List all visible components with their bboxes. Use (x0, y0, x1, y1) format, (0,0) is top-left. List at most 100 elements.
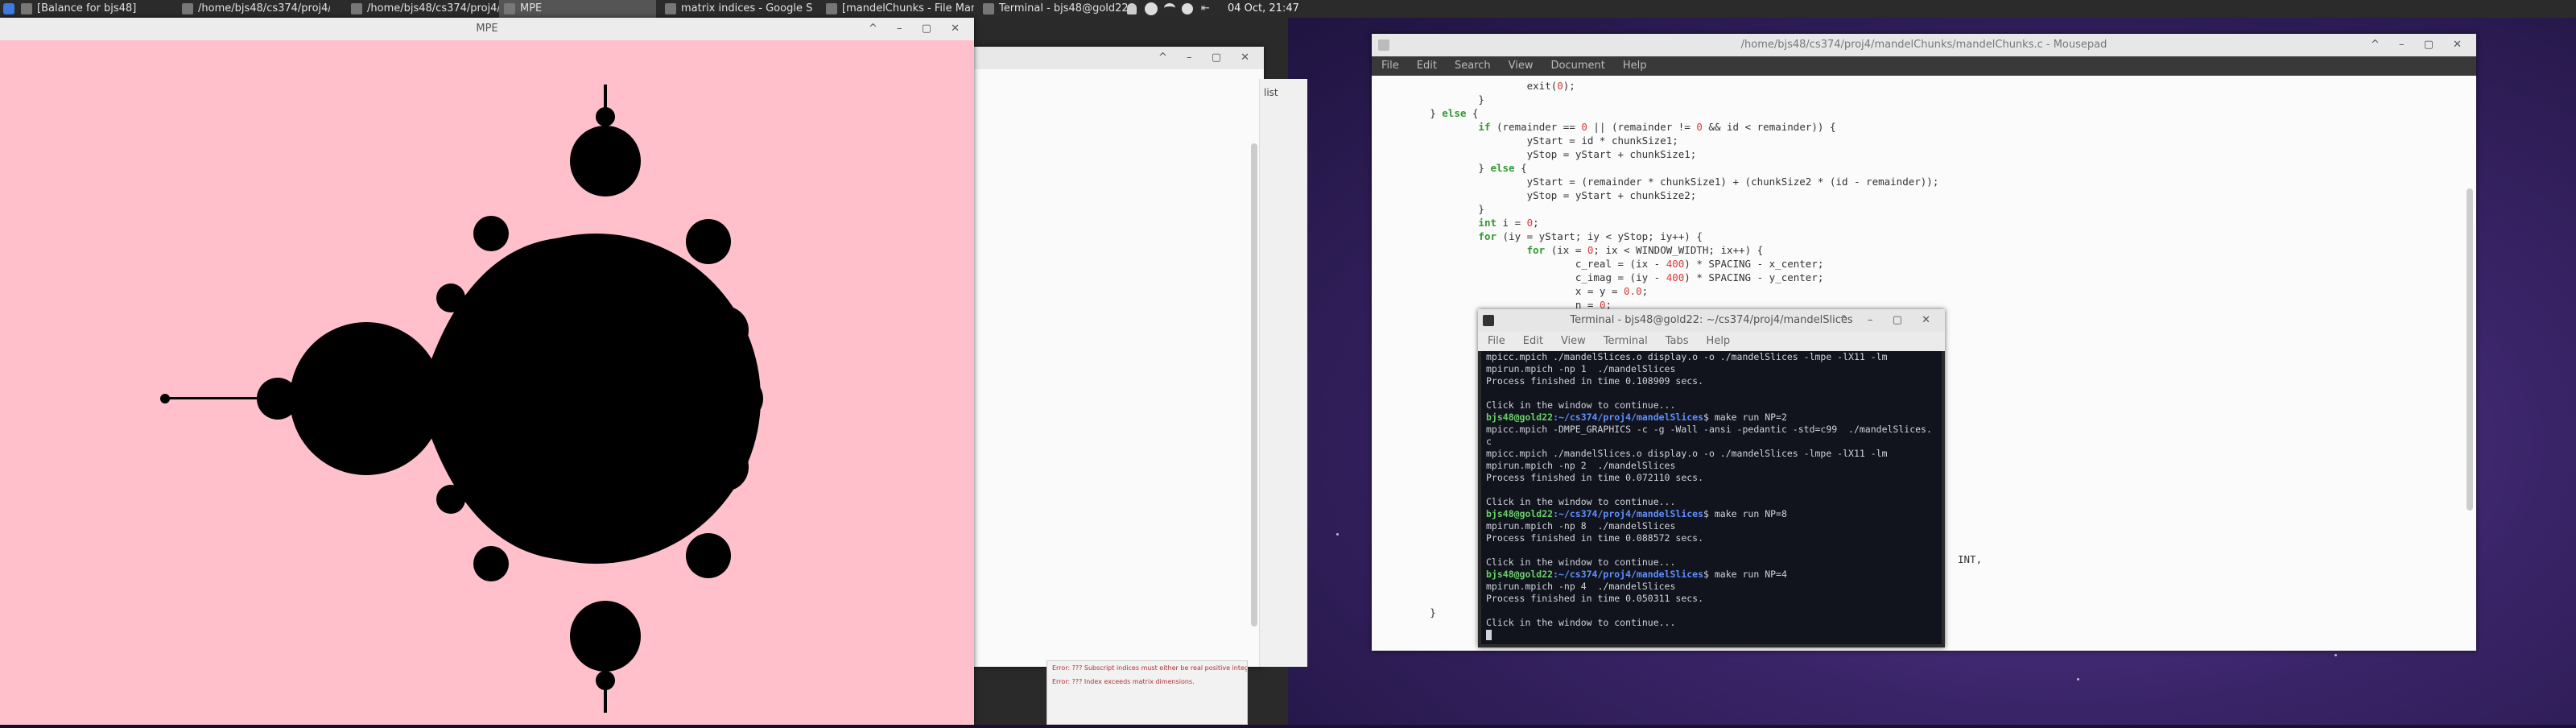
window-icon (182, 3, 193, 14)
taskbar-item[interactable]: MPE (499, 0, 656, 18)
code-line: yStart = (remainder * chunkSize1) + (chu… (1381, 176, 1939, 188)
terminal-cursor-line[interactable] (1486, 629, 1937, 641)
app-menu-icon[interactable] (3, 3, 14, 14)
menu-edit[interactable]: Edit (1523, 335, 1543, 347)
menu-view[interactable]: View (1509, 60, 1534, 72)
code-line: for (ix = 0; ix < WINDOW_WIDTH; ix++) { (1526, 244, 1764, 256)
code-line: c_real = (ix - 400) * SPACING - x_center… (1381, 258, 1824, 270)
mandelbrot-canvas[interactable] (0, 40, 974, 725)
code-line: yStop = yStart + chunkSize2; (1381, 189, 1697, 201)
window-icon (665, 3, 676, 14)
mpe-titlebar[interactable]: MPE ^ – ▢ ✕ (0, 18, 974, 40)
background-window[interactable]: ^ – ▢ ✕ list (974, 47, 1307, 667)
terminal-line: mpicc.mpich -DMPE_GRAPHICS -c -g -Wall -… (1486, 424, 1932, 435)
background-window-titlebar[interactable]: ^ – ▢ ✕ (974, 47, 1264, 69)
menu-document[interactable]: Document (1550, 60, 1604, 72)
menu-edit[interactable]: Edit (1417, 60, 1437, 72)
prompt-path: :~/cs374/proj4/mandelSlices (1553, 569, 1704, 580)
menu-help[interactable]: Help (1623, 60, 1647, 72)
cursor (1486, 630, 1492, 640)
terminal-line: mpirun.mpich -np 1 ./mandelSlices (1486, 363, 1676, 374)
network-icon[interactable] (1145, 2, 1158, 15)
code-line: } else { (1381, 162, 1527, 174)
power-icon[interactable]: ⇤ (1201, 2, 1210, 14)
taskbar-item-label: /home/bjs48/cs374/proj4/... (367, 2, 503, 14)
prompt-path: :~/cs374/proj4/mandelSlices (1553, 412, 1704, 423)
menu-tabs[interactable]: Tabs (1666, 335, 1689, 347)
taskbar-item-label: [Balance for bjs48] (37, 2, 137, 14)
volume-icon[interactable] (1182, 3, 1193, 14)
taskbar-item[interactable]: matrix indices - Google Sea... (660, 0, 813, 18)
mandelbrot-svg (0, 40, 974, 725)
menu-view[interactable]: View (1561, 335, 1586, 347)
window-icon (504, 3, 515, 14)
menu-search[interactable]: Search (1455, 60, 1491, 72)
sheet-error-line: Error: ??? Index exceeds matrix dimensio… (1052, 678, 1195, 685)
terminal-titlebar[interactable]: Terminal - bjs48@gold22: ~/cs374/proj4/m… (1478, 309, 1945, 332)
menu-help[interactable]: Help (1707, 335, 1731, 347)
taskbar-item[interactable]: /home/bjs48/cs374/proj4/... (346, 0, 503, 18)
mousepad-title: /home/bjs48/cs374/proj4/mandelChunks/man… (1740, 39, 2107, 51)
terminal-window[interactable]: Terminal - bjs48@gold22: ~/cs374/proj4/m… (1478, 309, 1945, 647)
command-text: $ make run NP=8 (1703, 508, 1787, 519)
prompt-path: :~/cs374/proj4/mandelSlices (1553, 508, 1704, 519)
window-controls[interactable]: ^ – ▢ ✕ (869, 18, 968, 40)
window-controls[interactable]: ^ – ▢ ✕ (1839, 309, 1938, 332)
spreadsheet-snippet: Error: ??? Subscript indices must either… (1046, 660, 1248, 725)
closing-brace-line: } (1381, 606, 1436, 618)
terminal-menubar: File Edit View Terminal Tabs Help (1478, 332, 1945, 351)
terminal-title: Terminal - bjs48@gold22: ~/cs374/proj4/m… (1570, 314, 1853, 326)
menu-file[interactable]: File (1488, 335, 1505, 347)
code-line: yStop = yStart + chunkSize1; (1381, 148, 1697, 160)
mpe-window[interactable]: MPE ^ – ▢ ✕ (0, 18, 974, 725)
mandel-bulb-top (570, 126, 641, 196)
taskbar-item[interactable]: Terminal - bjs48@gold22: ~... (978, 0, 1127, 18)
terminal-line: Process finished in time 0.050311 secs. (1486, 593, 1704, 604)
command-text: $ make run NP=4 (1703, 569, 1787, 580)
side-list-label: list (1264, 87, 1278, 98)
taskbar-item[interactable]: [Balance for bjs48] (16, 0, 173, 18)
mpe-window-title: MPE (476, 23, 498, 35)
menu-file[interactable]: File (1381, 60, 1399, 72)
menu-terminal[interactable]: Terminal (1604, 335, 1648, 347)
window-controls[interactable]: ^ – ▢ ✕ (2371, 34, 2470, 56)
window-icon (983, 3, 994, 14)
vertical-scrollbar[interactable] (1251, 143, 1257, 627)
mousepad-titlebar[interactable]: /home/bjs48/cs374/proj4/mandelChunks/man… (1372, 34, 2476, 56)
background-window-sidebar (1259, 79, 1307, 667)
terminal-line: Click in the window to continue... (1486, 496, 1676, 507)
terminal-line: mpirun.mpich -np 2 ./mandelSlices (1486, 460, 1676, 471)
command-text: $ make run NP=2 (1703, 412, 1787, 423)
terminal-line: mpicc.mpich ./mandelSlices.o display.o -… (1486, 448, 1888, 459)
code-line: int i = 0; (1478, 217, 1539, 229)
taskbar-item[interactable]: /home/bjs48/cs374/proj4/... (177, 0, 330, 18)
window-icon (826, 3, 837, 14)
wifi-icon[interactable] (1164, 3, 1175, 13)
mandel-bulb-bottom (570, 601, 641, 672)
clock[interactable]: 04 Oct, 21:47 (1228, 0, 1299, 18)
editor-scrollbar[interactable] (2467, 188, 2473, 511)
code-line: x = y = 0.0; (1381, 285, 1649, 297)
code-line: } (1381, 93, 1484, 105)
terminal-line: mpirun.mpich -np 8 ./mandelSlices (1486, 520, 1676, 532)
terminal-line: mpirun.mpich -np 4 ./mandelSlices (1486, 581, 1676, 592)
terminal-line: bjs48@gold22:~/cs374/proj4/mandelSlices$… (1486, 412, 1937, 424)
hidden-tail-text: INT, (1958, 553, 1983, 565)
notification-bell-icon[interactable] (1127, 3, 1137, 14)
mandel-bulb-left (290, 322, 443, 475)
code-line: } (1381, 203, 1484, 215)
prompt-user: bjs48@gold22 (1486, 508, 1554, 519)
code-line: } else { (1381, 107, 1479, 119)
taskbar-item-label: matrix indices - Google Sea... (681, 2, 813, 14)
terminal-line: Click in the window to continue... (1486, 617, 1676, 628)
taskbar-item[interactable]: [mandelChunks - File Mana... (821, 0, 974, 18)
taskbar-item-label: Terminal - bjs48@gold22: ~... (999, 2, 1127, 14)
terminal-line: Process finished in time 0.108909 secs. (1486, 375, 1704, 387)
window-controls[interactable]: ^ – ▢ ✕ (1158, 47, 1257, 69)
code-line: if (remainder == 0 || (remainder != 0 &&… (1478, 121, 1836, 133)
code-line: yStart = id * chunkSize1; (1381, 134, 1678, 147)
terminal-output[interactable]: mpicc.mpich ./mandelSlices.o display.o -… (1481, 351, 1942, 644)
code-line: c_imag = (iy - 400) * SPACING - y_center… (1381, 271, 1824, 283)
